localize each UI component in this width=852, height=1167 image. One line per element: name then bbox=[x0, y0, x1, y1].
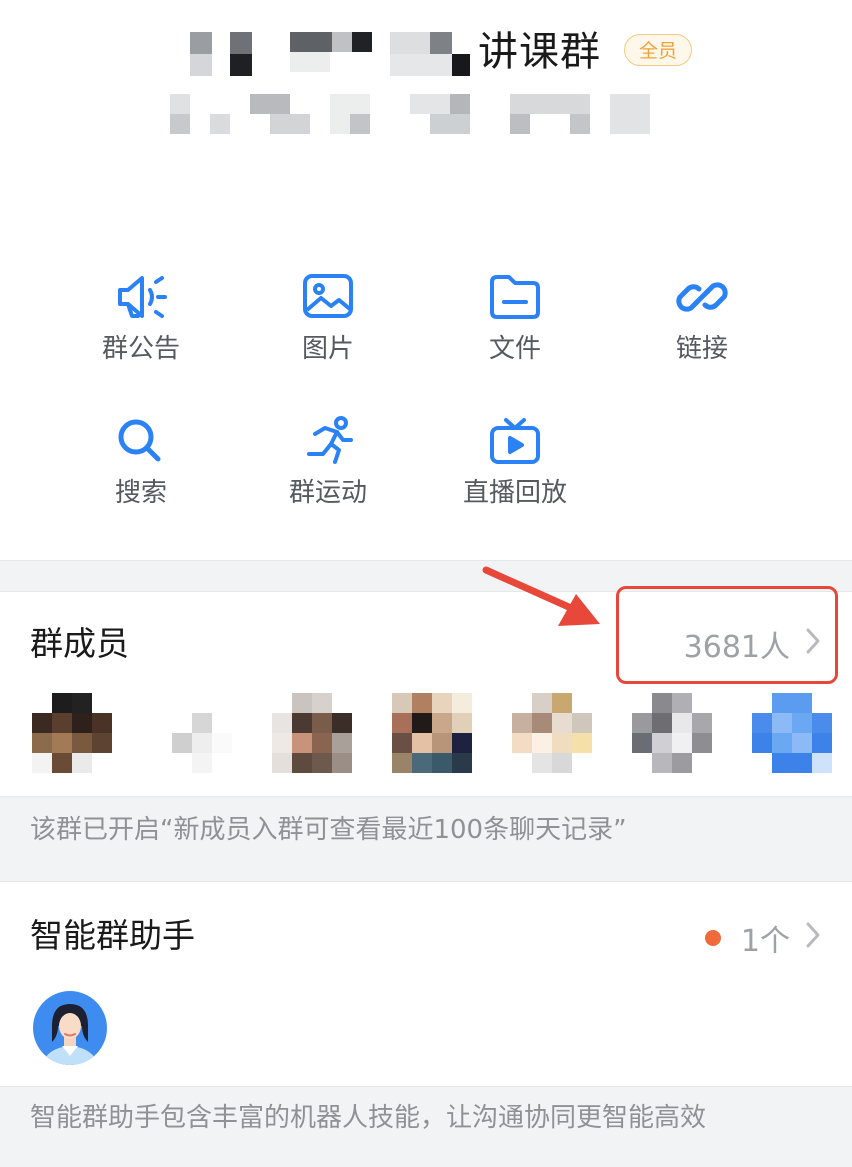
feature-label: 群公告 bbox=[101, 334, 180, 364]
feature-label: 搜索 bbox=[114, 478, 167, 508]
assistant-title: 智能群助手 bbox=[30, 916, 195, 955]
members-title: 群成员 bbox=[30, 624, 129, 663]
arrow-annotation-icon bbox=[480, 560, 620, 644]
all-members-badge: 全员 bbox=[624, 34, 693, 66]
feature-announcement[interactable]: 群公告 bbox=[61, 272, 221, 366]
group-header: 讲课群 全员 bbox=[0, 0, 852, 160]
folder-icon bbox=[435, 272, 595, 322]
tv-play-icon bbox=[435, 416, 595, 466]
feature-search[interactable]: 搜索 bbox=[61, 416, 221, 510]
link-icon bbox=[622, 272, 782, 322]
feature-label: 链接 bbox=[675, 334, 728, 364]
search-icon bbox=[61, 416, 221, 466]
avatar[interactable] bbox=[392, 693, 472, 773]
members-note: 该群已开启“新成员入群可查看最近100条聊天记录” bbox=[30, 815, 627, 845]
chevron-right-icon bbox=[806, 921, 820, 956]
feature-live-replay[interactable]: 直播回放 bbox=[435, 416, 595, 510]
avatar[interactable] bbox=[752, 693, 832, 773]
assistant-note: 智能群助手包含丰富的机器人技能，让沟通协同更智能高效 bbox=[30, 1103, 707, 1133]
avatar[interactable] bbox=[272, 693, 352, 773]
avatar[interactable] bbox=[32, 693, 112, 773]
avatar[interactable] bbox=[512, 693, 592, 773]
feature-label: 群运动 bbox=[288, 478, 367, 508]
avatar[interactable] bbox=[152, 693, 232, 773]
avatar[interactable] bbox=[632, 693, 712, 773]
feature-images[interactable]: 图片 bbox=[248, 272, 408, 366]
assistant-avatar[interactable] bbox=[32, 990, 108, 1070]
feature-label: 文件 bbox=[488, 334, 541, 364]
running-icon bbox=[248, 416, 408, 466]
highlight-box bbox=[616, 586, 838, 684]
megaphone-icon bbox=[61, 272, 221, 322]
redacted-name-mosaic bbox=[190, 32, 480, 76]
feature-label: 直播回放 bbox=[462, 478, 567, 508]
assistant-count: 1个 bbox=[740, 924, 790, 959]
group-name: 讲课群 bbox=[478, 29, 601, 75]
feature-sports[interactable]: 群运动 bbox=[248, 416, 408, 510]
assistant-count-link[interactable]: 1个 bbox=[704, 916, 820, 960]
feature-label: 图片 bbox=[301, 334, 354, 364]
unread-dot bbox=[704, 930, 721, 946]
image-icon bbox=[248, 272, 408, 322]
feature-files[interactable]: 文件 bbox=[435, 272, 595, 366]
feature-links[interactable]: 链接 bbox=[622, 272, 782, 366]
member-avatars[interactable] bbox=[32, 693, 832, 773]
redacted-subtitle-mosaic bbox=[170, 94, 660, 134]
